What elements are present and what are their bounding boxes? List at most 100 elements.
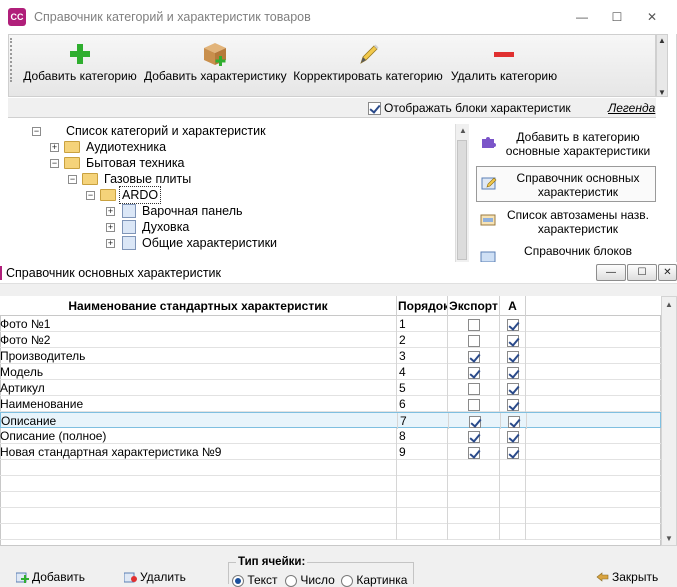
cell-order[interactable] [397, 476, 448, 492]
toolbar-scroll-down-icon[interactable]: ▼ [658, 88, 666, 97]
cell-order[interactable]: 7 [398, 413, 449, 429]
a-checkbox[interactable] [506, 319, 519, 332]
tree-expand-icon[interactable]: + [50, 143, 59, 152]
cell-name[interactable]: Фото №2 [0, 332, 397, 348]
cell-order[interactable]: 9 [397, 444, 448, 460]
tree-item-hob[interactable]: Варочная панель [142, 203, 243, 219]
cell-name[interactable]: Наименование [0, 396, 397, 412]
a-checkbox[interactable] [506, 447, 519, 460]
tree-item-audio[interactable]: Аудиотехника [86, 139, 166, 155]
cell-export[interactable] [448, 396, 500, 412]
cell-a[interactable] [500, 508, 526, 524]
add-main-characteristics-button[interactable]: Добавить в категорию основные характерис… [476, 126, 656, 162]
add-button[interactable]: Добавить [16, 570, 85, 584]
table-row[interactable]: Модель 4 [0, 364, 661, 380]
tree-collapse-icon[interactable]: − [68, 175, 77, 184]
cell-a[interactable] [500, 460, 526, 476]
blocks-reference-button[interactable]: Справочник блоков [476, 240, 656, 262]
main-characteristics-reference-button[interactable]: Справочник основных характеристик [476, 166, 656, 202]
cell-name[interactable]: Описание (полное) [0, 428, 397, 444]
cell-name[interactable] [0, 524, 397, 540]
dialog-minimize-button[interactable]: — [596, 264, 626, 281]
cell-name[interactable] [0, 492, 397, 508]
cell-order[interactable]: 6 [397, 396, 448, 412]
cell-a[interactable] [500, 348, 526, 364]
cell-export[interactable] [448, 508, 500, 524]
add-category-button[interactable]: Добавить категорию [20, 36, 140, 94]
cell-export[interactable] [448, 460, 500, 476]
edit-category-button[interactable]: Корректировать категорию [292, 36, 444, 94]
export-checkbox[interactable] [467, 383, 480, 396]
a-checkbox[interactable] [507, 416, 520, 429]
export-checkbox[interactable] [467, 367, 480, 380]
radio-text[interactable] [232, 574, 244, 587]
radio-image[interactable] [341, 574, 353, 587]
column-header-name[interactable]: Наименование стандартных характеристик [0, 296, 397, 316]
cell-a[interactable] [500, 444, 526, 460]
delete-button[interactable]: Удалить [124, 570, 186, 584]
legend-link[interactable]: Легенда [608, 101, 655, 115]
cell-export[interactable] [448, 348, 500, 364]
cell-type-text-option[interactable]: Текст [232, 573, 278, 587]
cell-export[interactable] [448, 316, 500, 332]
column-header-a[interactable]: А [500, 296, 526, 316]
cell-type-number-option[interactable]: Число [285, 573, 335, 587]
a-checkbox[interactable] [506, 399, 519, 412]
tree-expand-icon[interactable]: + [106, 223, 115, 232]
cell-a[interactable] [500, 476, 526, 492]
cell-name[interactable]: Описание [1, 413, 398, 429]
table-row[interactable]: Описание (полное) 8 [0, 428, 661, 444]
grid-scroll-up-icon[interactable]: ▲ [665, 300, 673, 309]
tree-item-general[interactable]: Общие характеристики [142, 235, 277, 251]
cell-a[interactable] [500, 524, 526, 540]
cell-export[interactable] [448, 476, 500, 492]
tree-root[interactable]: Список категорий и характеристик [66, 123, 266, 139]
export-checkbox[interactable] [468, 416, 481, 429]
autoreplace-list-button[interactable]: Список автозамены назв. характеристик [476, 204, 656, 240]
grid-scrollbar[interactable] [661, 296, 677, 546]
cell-a[interactable] [500, 316, 526, 332]
tree-collapse-icon[interactable]: − [32, 127, 41, 136]
cell-name[interactable]: Новая стандартная характеристика №9 [0, 444, 397, 460]
cell-export[interactable] [448, 524, 500, 540]
cell-order[interactable] [397, 508, 448, 524]
cell-export[interactable] [449, 413, 501, 429]
cell-a[interactable] [500, 396, 526, 412]
cell-name[interactable]: Производитель [0, 348, 397, 364]
column-header-export[interactable]: Экспорт [448, 296, 500, 316]
dialog-maximize-button[interactable]: ☐ [627, 264, 657, 281]
tree-scrollbar-thumb[interactable] [457, 140, 467, 260]
cell-order[interactable]: 4 [397, 364, 448, 380]
cell-order[interactable] [397, 524, 448, 540]
cell-name[interactable]: Артикул [0, 380, 397, 396]
export-checkbox[interactable] [467, 447, 480, 460]
cell-a[interactable] [500, 380, 526, 396]
a-checkbox[interactable] [506, 431, 519, 444]
empty-table-row[interactable] [0, 508, 661, 524]
cell-type-image-option[interactable]: Картинка [341, 573, 407, 587]
toolbar-grip[interactable] [10, 38, 12, 82]
cell-name[interactable] [0, 460, 397, 476]
close-dialog-button[interactable]: Закрыть [596, 570, 658, 584]
tree-scroll-up-icon[interactable]: ▲ [459, 126, 467, 135]
minimize-button[interactable]: — [575, 10, 589, 24]
cell-order[interactable]: 1 [397, 316, 448, 332]
cell-name[interactable] [0, 508, 397, 524]
cell-export[interactable] [448, 444, 500, 460]
cell-order[interactable] [397, 492, 448, 508]
close-button[interactable]: ✕ [645, 10, 659, 24]
tree-collapse-icon[interactable]: − [50, 159, 59, 168]
a-checkbox[interactable] [506, 351, 519, 364]
maximize-button[interactable]: ☐ [610, 10, 624, 24]
table-row[interactable]: Новая стандартная характеристика №9 9 [0, 444, 661, 460]
cell-export[interactable] [448, 380, 500, 396]
cell-order[interactable] [397, 460, 448, 476]
empty-table-row[interactable] [0, 524, 661, 540]
table-row[interactable]: Производитель 3 [0, 348, 661, 364]
export-checkbox[interactable] [467, 351, 480, 364]
export-checkbox[interactable] [467, 335, 480, 348]
cell-order[interactable]: 5 [397, 380, 448, 396]
cell-order[interactable]: 2 [397, 332, 448, 348]
cell-order[interactable]: 8 [397, 428, 448, 444]
a-checkbox[interactable] [506, 335, 519, 348]
